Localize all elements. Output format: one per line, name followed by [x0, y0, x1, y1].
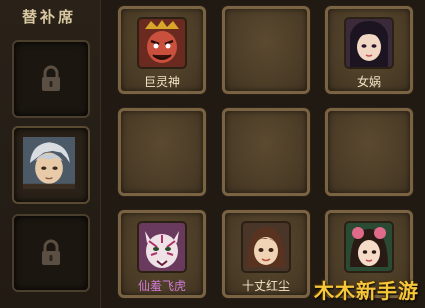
lineup-slot-hero[interactable]: 仙羞飞虎 — [118, 210, 206, 298]
nuwa-portrait — [344, 17, 394, 69]
tiger-spirit-portrait — [137, 221, 187, 273]
red-dust-girl-portrait — [241, 221, 291, 273]
flower-fairy-portrait — [344, 221, 394, 273]
lock-icon — [42, 239, 60, 265]
lineup-slot-empty[interactable] — [118, 108, 206, 196]
bench-slot-hero[interactable] — [12, 126, 90, 204]
bench-panel: 替补席 — [0, 0, 101, 308]
watermark: 木木新手游 — [314, 279, 419, 303]
bench-slot-locked[interactable] — [12, 40, 90, 118]
bench-slot-locked[interactable] — [12, 214, 90, 292]
bench-title: 替补席 — [22, 8, 77, 26]
giant-spirit-god-portrait — [137, 17, 187, 69]
lineup-slot-hero[interactable]: 巨灵神 — [118, 6, 206, 94]
lineup-slot-empty[interactable] — [325, 108, 413, 196]
lock-icon — [42, 65, 60, 91]
lineup-slot-hero[interactable]: 十丈红尘 — [222, 210, 310, 298]
hero-name: 女娲 — [356, 75, 381, 89]
hero-name: 巨灵神 — [143, 75, 180, 89]
lineup-slot-hero[interactable]: 女娲 — [325, 6, 413, 94]
silver-haired-hero-portrait — [23, 137, 75, 189]
lineup-slot-empty[interactable] — [222, 6, 310, 94]
lineup-slot-empty[interactable] — [222, 108, 310, 196]
hero-name: 十丈红尘 — [241, 279, 290, 293]
hero-name: 仙羞飞虎 — [137, 279, 186, 293]
